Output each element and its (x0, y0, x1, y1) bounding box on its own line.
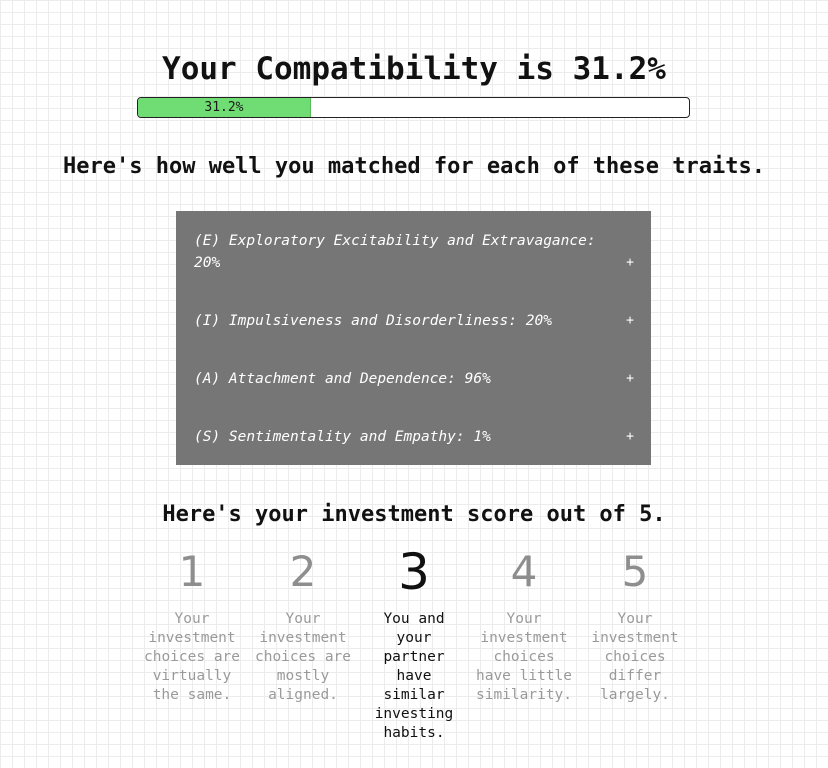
score-description: You and your partner have similar invest… (374, 611, 454, 741)
progress-fill: 31.2% (138, 98, 311, 117)
expand-plus-icon[interactable]: + (626, 310, 634, 332)
investment-score-2[interactable]: 2 Your investment choices are mostly ali… (253, 546, 353, 705)
investment-heading: Here's your investment score out of 5. (0, 500, 828, 530)
compatibility-results-page: Your Compatibility is 31.2% 31.2% Here's… (0, 0, 828, 768)
investment-score-1[interactable]: 1 Your investment choices are virtually … (142, 546, 242, 705)
traits-heading: Here's how well you matched for each of … (63, 154, 765, 179)
score-number: 3 (398, 543, 430, 601)
trait-label: (S) Sentimentality and Empathy: 1% (194, 429, 491, 445)
expand-plus-icon[interactable]: + (626, 368, 634, 390)
score-number: 1 (178, 547, 206, 596)
trait-item-sentimentality[interactable]: (S) Sentimentality and Empathy: 1% + (194, 426, 634, 448)
trait-item-exploratory[interactable]: (E) Exploratory Excitability and Extrava… (194, 230, 634, 274)
score-description: Your investment choices are virtually th… (143, 611, 241, 703)
trait-label: (A) Attachment and Dependence: 96% (194, 371, 491, 387)
score-number: 5 (621, 547, 649, 596)
score-number: 2 (289, 547, 317, 596)
trait-label: (E) Exploratory Excitability and Extrava… (194, 233, 596, 271)
page-title: Your Compatibility is 31.2% (162, 51, 666, 87)
trait-item-attachment[interactable]: (A) Attachment and Dependence: 96% + (194, 368, 634, 390)
investment-score-3[interactable]: 3 You and your partner have similar inve… (364, 546, 464, 743)
progress-label: 31.2% (204, 100, 244, 115)
score-description: Your investment choices are mostly align… (254, 611, 352, 703)
score-description: Your investment choices have little simi… (475, 611, 573, 703)
traits-accordion: (E) Exploratory Excitability and Extrava… (176, 211, 651, 465)
compatibility-progress-bar: 31.2% (137, 97, 690, 118)
investment-score-5[interactable]: 5 Your investment choices differ largely… (585, 546, 685, 705)
score-number: 4 (510, 547, 538, 596)
investment-heading-suffix: score out of 5. (453, 502, 666, 527)
investment-heading-keyword: investment (321, 502, 454, 527)
investment-heading-prefix: Here's your (162, 502, 322, 527)
expand-plus-icon[interactable]: + (626, 252, 634, 274)
trait-item-impulsiveness[interactable]: (I) Impulsiveness and Disorderliness: 20… (194, 310, 634, 332)
expand-plus-icon[interactable]: + (626, 426, 634, 448)
investment-score-4[interactable]: 4 Your investment choices have little si… (474, 546, 574, 705)
trait-label: (I) Impulsiveness and Disorderliness: 20… (194, 313, 552, 329)
score-description: Your investment choices differ largely. (591, 611, 679, 703)
